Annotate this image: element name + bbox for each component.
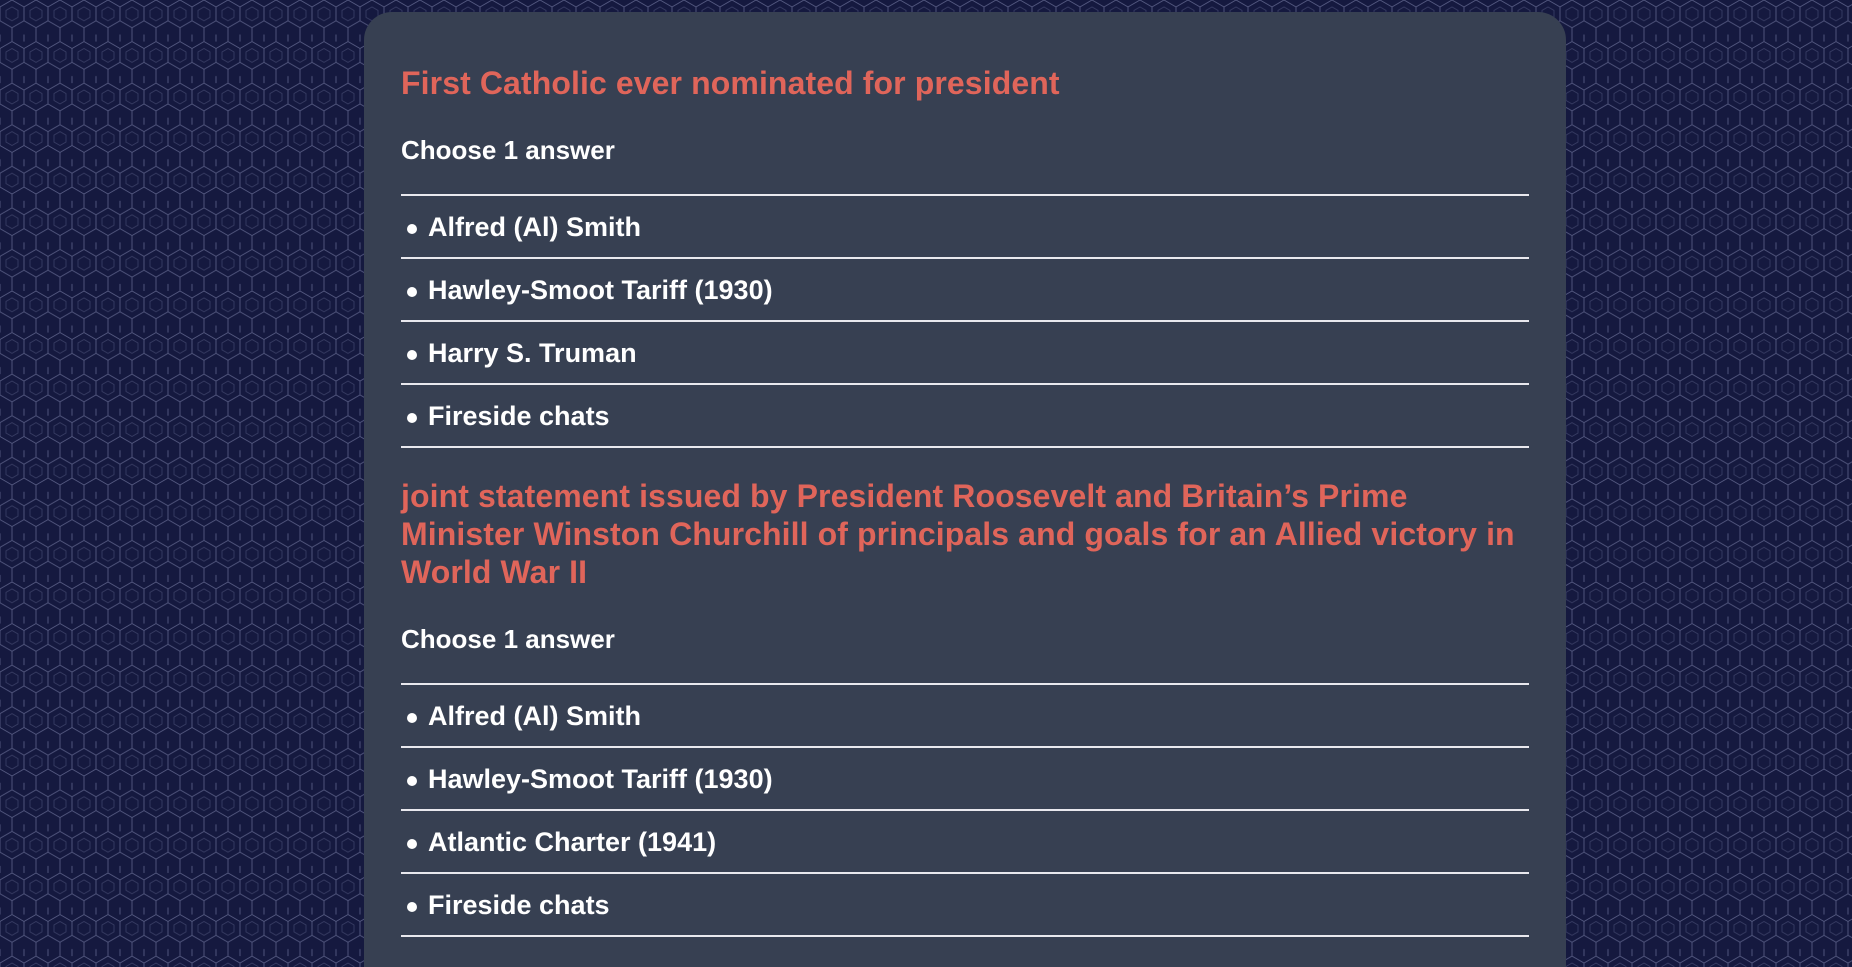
bullet-icon <box>407 775 417 786</box>
answer-option[interactable]: Hawley-Smoot Tariff (1930) <box>401 748 1529 811</box>
choose-instruction: Choose 1 answer <box>401 624 615 654</box>
bullet-icon <box>407 412 417 423</box>
bullet-icon <box>407 712 417 723</box>
answer-option-label: Fireside chats <box>428 889 610 920</box>
quiz-card: First Catholic ever nominated for presid… <box>364 12 1566 967</box>
answer-options: Alfred (Al) Smith Hawley-Smoot Tariff (1… <box>401 683 1529 937</box>
bullet-icon <box>407 286 417 297</box>
answer-option-label: Hawley-Smoot Tariff (1930) <box>428 763 773 794</box>
bullet-icon <box>407 349 417 360</box>
answer-option[interactable]: Atlantic Charter (1941) <box>401 811 1529 874</box>
answer-option-label: Fireside chats <box>428 400 610 431</box>
answer-option-label: Alfred (Al) Smith <box>428 211 641 242</box>
question-title: First Catholic ever nominated for presid… <box>401 65 1060 101</box>
question-title: joint statement issued by President Roos… <box>401 478 1515 590</box>
question-2: joint statement issued by President Roos… <box>401 477 1529 937</box>
answer-option[interactable]: Fireside chats <box>401 385 1529 448</box>
answer-option-label: Alfred (Al) Smith <box>428 700 641 731</box>
bullet-icon <box>407 838 417 849</box>
answer-option[interactable]: Alfred (Al) Smith <box>401 196 1529 259</box>
choose-instruction: Choose 1 answer <box>401 135 615 165</box>
question-1: First Catholic ever nominated for presid… <box>401 64 1529 448</box>
answer-option[interactable]: Hawley-Smoot Tariff (1930) <box>401 259 1529 322</box>
answer-option-label: Harry S. Truman <box>428 337 637 368</box>
bullet-icon <box>407 901 417 912</box>
answer-options: Alfred (Al) Smith Hawley-Smoot Tariff (1… <box>401 194 1529 448</box>
answer-option[interactable]: Alfred (Al) Smith <box>401 685 1529 748</box>
bullet-icon <box>407 223 417 234</box>
answer-option-label: Hawley-Smoot Tariff (1930) <box>428 274 773 305</box>
answer-option[interactable]: Fireside chats <box>401 874 1529 937</box>
answer-option[interactable]: Harry S. Truman <box>401 322 1529 385</box>
answer-option-label: Atlantic Charter (1941) <box>428 826 717 857</box>
